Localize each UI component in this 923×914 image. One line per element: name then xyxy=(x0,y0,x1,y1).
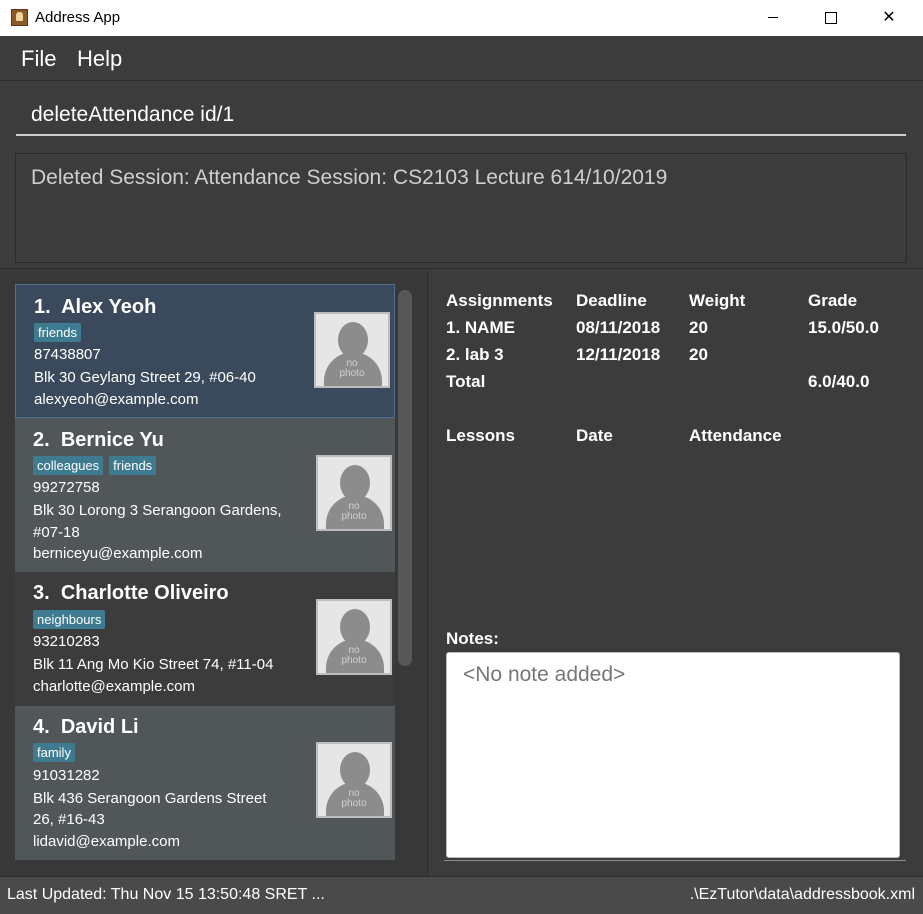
tag-list: family xyxy=(33,743,81,762)
detail-panel: Assignments Deadline Weight Grade 1. NAM… xyxy=(428,270,923,876)
person-photo: no photo xyxy=(316,455,392,531)
tag: family xyxy=(33,743,75,762)
notes-field[interactable]: <No note added> xyxy=(446,652,900,858)
total-grade: 6.0/40.0 xyxy=(808,372,870,391)
assignments-header: Assignments xyxy=(446,291,553,310)
person-photo: no photo xyxy=(316,599,392,675)
assignment-name: 2. lab 3 xyxy=(446,345,504,364)
person-card-4[interactable]: 4. David Li family 91031282 Blk 436 Sera… xyxy=(15,706,395,860)
person-address-cont: #07-18 xyxy=(33,524,80,541)
person-list-panel: 1. Alex Yeoh friends 87438807 Blk 30 Gey… xyxy=(0,270,426,876)
minimize-icon[interactable] xyxy=(750,0,796,36)
person-name: 4. David Li xyxy=(33,716,139,738)
menu-bar: File Help xyxy=(0,36,923,81)
save-location: .\EzTutor\data\addressbook.xml xyxy=(689,886,915,903)
status-bar: Last Updated: Thu Nov 15 13:50:48 SRET .… xyxy=(0,876,923,914)
tag-list: friends xyxy=(34,323,87,342)
person-photo: no photo xyxy=(316,742,392,818)
notes-placeholder: <No note added> xyxy=(463,663,626,686)
person-phone: 87438807 xyxy=(34,346,101,363)
menu-file[interactable]: File xyxy=(21,46,56,72)
person-list[interactable]: 1. Alex Yeoh friends 87438807 Blk 30 Gey… xyxy=(15,284,395,860)
person-address: Blk 11 Ang Mo Kio Street 74, #11-04 xyxy=(33,656,274,673)
date-header: Date xyxy=(576,426,613,445)
person-address: Blk 30 Geylang Street 29, #06-40 xyxy=(34,369,256,386)
assignment-deadline: 08/11/2018 xyxy=(576,318,661,337)
command-input[interactable] xyxy=(16,96,906,136)
notes-underline xyxy=(444,860,906,861)
person-email: charlotte@example.com xyxy=(33,678,195,695)
last-updated: Last Updated: Thu Nov 15 13:50:48 SRET .… xyxy=(7,886,325,903)
person-email: alexyeoh@example.com xyxy=(34,391,199,408)
total-label: Total xyxy=(446,372,486,391)
title-bar: Address App ✕ xyxy=(0,0,923,36)
person-name: 1. Alex Yeoh xyxy=(34,296,157,318)
grade-header: Grade xyxy=(808,291,858,310)
tag-list: colleagues friends xyxy=(33,456,162,475)
person-address-cont: 26, #16-43 xyxy=(33,811,105,828)
person-name: 2. Bernice Yu xyxy=(33,429,164,451)
person-phone: 93210283 xyxy=(33,633,100,650)
person-card-3[interactable]: 3. Charlotte Oliveiro neighbours 9321028… xyxy=(15,572,395,706)
assignment-weight: 20 xyxy=(689,345,708,364)
person-phone: 91031282 xyxy=(33,767,100,784)
assignment-weight: 20 xyxy=(689,318,708,337)
result-display: Deleted Session: Attendance Session: CS2… xyxy=(15,153,907,263)
tag: friends xyxy=(34,323,82,342)
lessons-header: Lessons xyxy=(446,426,515,445)
person-card-1[interactable]: 1. Alex Yeoh friends 87438807 Blk 30 Gey… xyxy=(15,284,395,418)
person-photo: no photo xyxy=(314,312,390,388)
tag: neighbours xyxy=(33,610,106,629)
notes-label: Notes: xyxy=(446,629,499,648)
assignment-name: 1. NAME xyxy=(446,318,515,337)
separator xyxy=(0,268,923,269)
person-address: Blk 436 Serangoon Gardens Street xyxy=(33,790,267,807)
result-text: Deleted Session: Attendance Session: CS2… xyxy=(31,166,668,189)
person-card-2[interactable]: 2. Bernice Yu colleagues friends 99272758… xyxy=(15,418,395,572)
menu-help[interactable]: Help xyxy=(77,46,122,72)
attendance-header: Attendance xyxy=(689,426,782,445)
tag: friends xyxy=(109,456,157,475)
maximize-icon[interactable] xyxy=(808,0,854,36)
person-phone: 99272758 xyxy=(33,479,100,496)
app-icon xyxy=(11,9,28,26)
tag: colleagues xyxy=(33,456,104,475)
assignment-deadline: 12/11/2018 xyxy=(576,345,661,364)
tag-list: neighbours xyxy=(33,610,111,629)
deadline-header: Deadline xyxy=(576,291,647,310)
weight-header: Weight xyxy=(689,291,746,310)
person-name: 3. Charlotte Oliveiro xyxy=(33,582,229,604)
command-area xyxy=(0,81,923,147)
person-email: lidavid@example.com xyxy=(33,833,180,850)
person-address: Blk 30 Lorong 3 Serangoon Gardens, xyxy=(33,502,282,519)
assignment-grade: 15.0/50.0 xyxy=(808,318,879,337)
list-scrollbar[interactable] xyxy=(398,290,412,666)
window-title: Address App xyxy=(35,9,121,26)
close-icon[interactable]: ✕ xyxy=(866,0,912,36)
person-email: berniceyu@example.com xyxy=(33,545,203,562)
